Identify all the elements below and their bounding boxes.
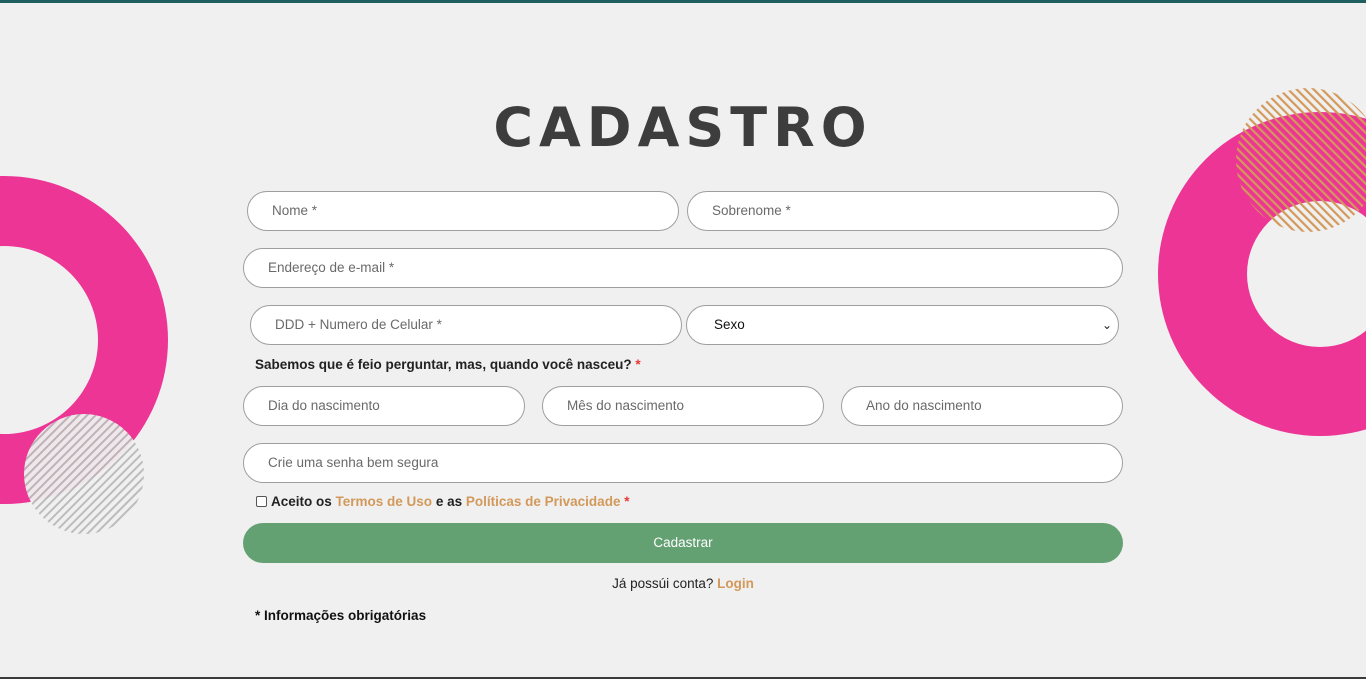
has-account-text: Já possúi conta? — [612, 576, 714, 591]
first-name-field[interactable]: Nome * — [247, 191, 679, 231]
birth-question-label: Sabemos que é feio perguntar, mas, quand… — [255, 357, 641, 372]
birth-day-placeholder: Dia do nascimento — [268, 398, 380, 413]
required-note-text: Informações obrigatórias — [264, 608, 427, 623]
terms-row: Aceito os Termos de Uso e as Políticas d… — [256, 494, 629, 509]
birth-question-text: Sabemos que é feio perguntar, mas, quand… — [255, 357, 632, 372]
required-mark: * — [624, 494, 630, 509]
gender-selected-value: Sexo — [714, 317, 745, 332]
gender-select[interactable]: Sexo ⌄ — [686, 305, 1119, 345]
birth-year-field[interactable]: Ano do nascimento — [841, 386, 1123, 426]
last-name-placeholder: Sobrenome * — [712, 203, 791, 218]
birth-month-placeholder: Mês do nascimento — [567, 398, 685, 413]
page-title: CADASTRO — [493, 96, 873, 159]
birth-month-field[interactable]: Mês do nascimento — [542, 386, 824, 426]
top-border — [0, 0, 1366, 3]
required-mark: * — [255, 608, 261, 623]
terms-prefix: Aceito os — [271, 494, 332, 509]
terms-checkbox[interactable] — [256, 496, 267, 507]
left-pink-ring-decoration — [0, 170, 200, 550]
birth-day-field[interactable]: Dia do nascimento — [243, 386, 525, 426]
birth-year-placeholder: Ano do nascimento — [866, 398, 982, 413]
phone-field[interactable]: DDD + Numero de Celular * — [250, 305, 682, 345]
login-prompt: Já possúi conta? Login — [0, 576, 1366, 591]
last-name-field[interactable]: Sobrenome * — [687, 191, 1119, 231]
terms-middle: e as — [435, 494, 463, 509]
email-field[interactable]: Endereço de e-mail * — [243, 248, 1123, 288]
terms-of-use-link[interactable]: Termos de Uso — [336, 494, 433, 509]
password-placeholder: Crie uma senha bem segura — [268, 455, 439, 470]
password-field[interactable]: Crie uma senha bem segura — [243, 443, 1123, 483]
phone-placeholder: DDD + Numero de Celular * — [275, 317, 442, 332]
chevron-down-icon: ⌄ — [1101, 318, 1112, 332]
email-placeholder: Endereço de e-mail * — [268, 260, 395, 275]
register-button[interactable]: Cadastrar — [243, 523, 1123, 563]
privacy-policy-link[interactable]: Políticas de Privacidade — [466, 494, 621, 509]
login-link[interactable]: Login — [717, 576, 754, 591]
required-mark: * — [635, 357, 641, 372]
required-info-note: * Informações obrigatórias — [255, 608, 426, 623]
first-name-placeholder: Nome * — [272, 203, 318, 218]
